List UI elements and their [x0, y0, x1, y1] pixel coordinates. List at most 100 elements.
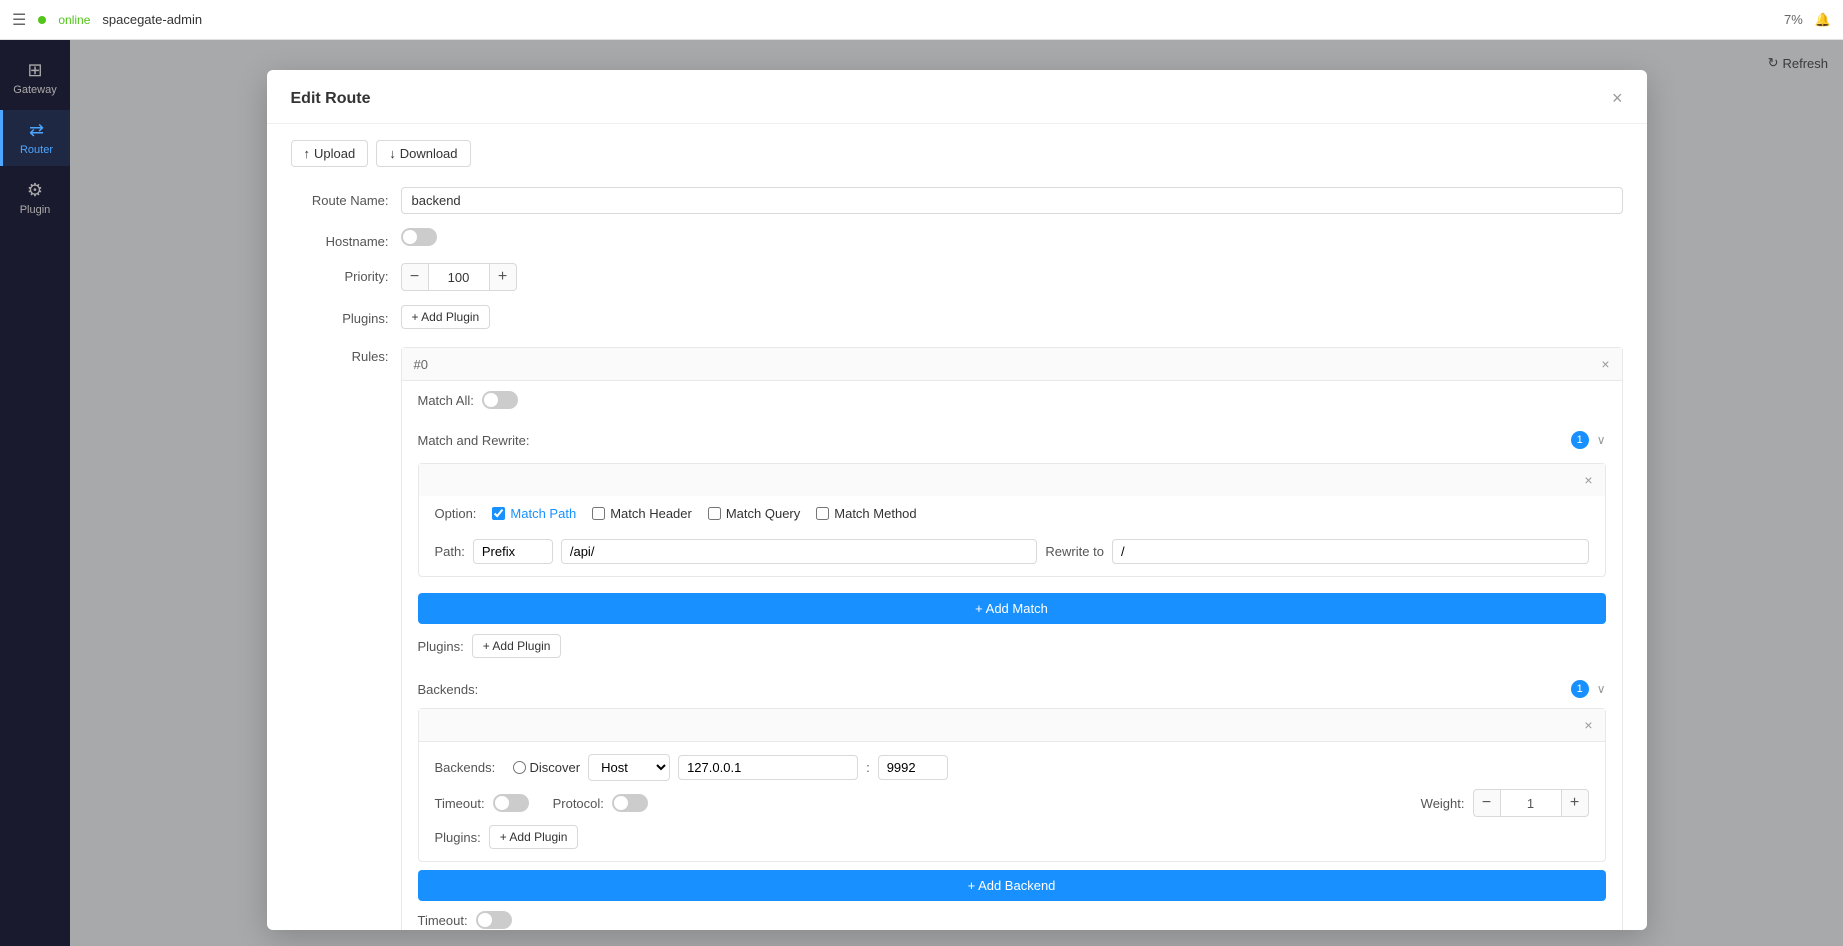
- download-button[interactable]: ↓ Download: [376, 140, 470, 167]
- rules-box: #0 × Match All:: [401, 347, 1623, 930]
- add-plugin-button[interactable]: + Add Plugin: [401, 305, 491, 329]
- discover-radio[interactable]: Discover: [513, 760, 581, 775]
- weight-item: Weight: − 1 +: [1421, 789, 1589, 817]
- upload-icon: ↑: [304, 146, 311, 161]
- colon-separator: :: [866, 760, 870, 775]
- weight-value: 1: [1501, 789, 1561, 817]
- match-close-button[interactable]: ×: [1584, 472, 1592, 488]
- route-name-label: Route Name:: [291, 187, 401, 208]
- percent-label: 7%: [1784, 12, 1803, 27]
- rewrite-label: Rewrite to: [1045, 544, 1104, 559]
- match-all-toggle[interactable]: [482, 391, 518, 409]
- match-all-label: Match All:: [418, 393, 474, 408]
- match-section: × Option: Match Path: [418, 463, 1606, 577]
- path-value-input[interactable]: [561, 539, 1038, 564]
- rule-header: #0 ×: [402, 348, 1622, 381]
- plugin-icon: ⚙: [27, 180, 43, 201]
- backends-badge: 1: [1571, 680, 1589, 698]
- port-input[interactable]: [878, 755, 948, 780]
- backend-meta-row: Timeout: Protocol:: [435, 789, 1589, 817]
- host-input[interactable]: [678, 755, 858, 780]
- sidebar-item-plugin[interactable]: ⚙ Plugin: [0, 170, 70, 226]
- backend-label: Backends:: [435, 760, 505, 775]
- backends-chevron-icon: ∨: [1597, 682, 1606, 696]
- modal-header: Edit Route ×: [267, 70, 1647, 124]
- hostname-toggle[interactable]: [401, 228, 437, 246]
- protocol-item: Protocol:: [553, 794, 648, 812]
- discover-radio-input[interactable]: [513, 761, 526, 774]
- rules-label: Rules:: [291, 343, 401, 364]
- host-type-select[interactable]: Host DNS: [588, 754, 670, 781]
- backend-close-button[interactable]: ×: [1584, 717, 1592, 733]
- match-method-label: Match Method: [834, 506, 916, 521]
- sidebar: ⊞ Gateway ⇄ Router ⚙ Plugin: [0, 40, 70, 946]
- backends-expand[interactable]: Backends: 1 ∨: [418, 674, 1606, 704]
- timeout-toggle[interactable]: [493, 794, 529, 812]
- rewrite-value-input[interactable]: [1112, 539, 1589, 564]
- match-path-option[interactable]: Match Path: [492, 506, 576, 521]
- backend-main-row: Backends: Discover Host: [435, 754, 1589, 781]
- match-header-option[interactable]: Match Header: [592, 506, 692, 521]
- sidebar-item-label: Gateway: [13, 84, 56, 96]
- backend-item: Backends: Discover Host: [419, 742, 1605, 861]
- weight-stepper: − 1 +: [1473, 789, 1589, 817]
- priority-decrease-button[interactable]: −: [401, 263, 429, 291]
- upload-label: Upload: [314, 146, 355, 161]
- match-method-option[interactable]: Match Method: [816, 506, 916, 521]
- timeout2-toggle[interactable]: [476, 911, 512, 929]
- match-path-checkbox[interactable]: [492, 507, 505, 520]
- edit-route-modal: Edit Route × ↑ Upload ↓ Download: [267, 70, 1647, 930]
- modal-overlay: Edit Route × ↑ Upload ↓ Download: [70, 40, 1843, 946]
- match-query-checkbox[interactable]: [708, 507, 721, 520]
- rules-plugins-label: Plugins:: [418, 639, 464, 654]
- match-header-checkbox[interactable]: [592, 507, 605, 520]
- path-type-select[interactable]: Prefix Exact Regex: [473, 539, 553, 564]
- add-match-button[interactable]: + Add Match: [418, 593, 1606, 624]
- menu-icon[interactable]: ☰: [12, 10, 26, 30]
- route-name-input[interactable]: [401, 187, 1623, 214]
- protocol-label: Protocol:: [553, 796, 604, 811]
- main-content: ↻ Refresh Edit Route × ↑ Upload: [70, 40, 1843, 946]
- backend-item-header: ×: [419, 709, 1605, 742]
- rule-id: #0: [414, 357, 428, 372]
- match-rewrite-row: Match and Rewrite: 1 ∨: [402, 419, 1622, 624]
- timeout-item: Timeout:: [435, 794, 529, 812]
- plugins-label: Plugins:: [291, 305, 401, 326]
- priority-stepper: − 100 +: [401, 263, 1623, 291]
- status-label: online: [58, 13, 90, 27]
- priority-value: 100: [429, 263, 489, 291]
- sidebar-item-router[interactable]: ⇄ Router: [0, 110, 70, 166]
- bell-icon[interactable]: 🔔: [1815, 12, 1831, 28]
- router-icon: ⇄: [29, 120, 44, 141]
- download-label: Download: [400, 146, 458, 161]
- status-indicator: [38, 16, 46, 24]
- match-path-label: Match Path: [510, 506, 576, 521]
- protocol-toggle[interactable]: [612, 794, 648, 812]
- backend-add-plugin-button[interactable]: + Add Plugin: [489, 825, 579, 849]
- rule-close-button[interactable]: ×: [1601, 356, 1609, 372]
- weight-increase-button[interactable]: +: [1561, 789, 1589, 817]
- match-option-row: Option: Match Path Match Header: [419, 496, 1605, 531]
- add-backend-button[interactable]: + Add Backend: [418, 870, 1606, 901]
- weight-label: Weight:: [1421, 796, 1465, 811]
- match-method-checkbox[interactable]: [816, 507, 829, 520]
- modal-body: ↑ Upload ↓ Download Route Name:: [267, 124, 1647, 930]
- rules-row: Rules: #0 × Match All:: [291, 343, 1623, 930]
- sidebar-item-gateway[interactable]: ⊞ Gateway: [0, 50, 70, 106]
- match-query-option[interactable]: Match Query: [708, 506, 800, 521]
- path-label: Path:: [435, 544, 465, 559]
- match-chevron-icon: ∨: [1597, 433, 1606, 447]
- backend-plugins-row: Plugins: + Add Plugin: [435, 825, 1589, 849]
- match-header-label: Match Header: [610, 506, 692, 521]
- priority-increase-button[interactable]: +: [489, 263, 517, 291]
- weight-decrease-button[interactable]: −: [1473, 789, 1501, 817]
- upload-button[interactable]: ↑ Upload: [291, 140, 369, 167]
- rules-add-plugin-button[interactable]: + Add Plugin: [472, 634, 562, 658]
- hostname-label: Hostname:: [291, 228, 401, 249]
- match-rewrite-label: Match and Rewrite:: [418, 433, 530, 448]
- match-rewrite-expand[interactable]: Match and Rewrite: 1 ∨: [418, 425, 1606, 455]
- toolbar: ↑ Upload ↓ Download: [291, 140, 1623, 167]
- priority-row: Priority: − 100 +: [291, 263, 1623, 291]
- backends-row: Backends: 1 ∨: [402, 668, 1622, 901]
- modal-close-button[interactable]: ×: [1612, 88, 1623, 109]
